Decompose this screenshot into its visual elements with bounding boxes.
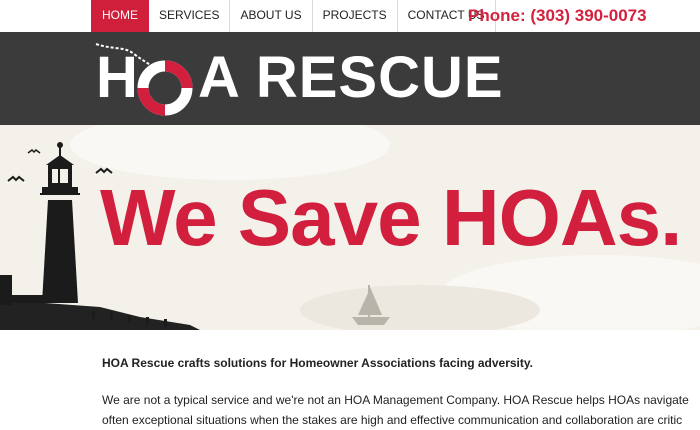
nav-home[interactable]: HOME xyxy=(91,0,149,32)
top-navigation: HOME SERVICES ABOUT US PROJECTS CONTACT … xyxy=(0,0,700,32)
nav-about-us[interactable]: ABOUT US xyxy=(230,0,313,32)
intro-paragraph-line-1: We are not a typical service and we're n… xyxy=(102,393,689,407)
nav-projects[interactable]: PROJECTS xyxy=(313,0,398,32)
logo[interactable]: H A RESCUE xyxy=(0,32,560,125)
main-menu: HOME SERVICES ABOUT US PROJECTS CONTACT … xyxy=(91,0,496,32)
intro-section: HOA Rescue crafts solutions for Homeowne… xyxy=(102,356,700,430)
intro-heading: HOA Rescue crafts solutions for Homeowne… xyxy=(102,356,533,370)
nav-services[interactable]: SERVICES xyxy=(149,0,231,32)
site-header: H A RESCUE xyxy=(0,32,700,125)
life-ring-icon xyxy=(95,43,193,116)
hero-headline: We Save HOAs. xyxy=(100,173,682,262)
hero-banner: We Save HOAs. xyxy=(0,125,700,330)
intro-paragraph-line-2: often exceptional situations when the st… xyxy=(102,413,683,427)
phone-number[interactable]: Phone: (303) 390-0073 xyxy=(468,6,647,26)
logo-text-rest: A RESCUE xyxy=(198,45,504,110)
